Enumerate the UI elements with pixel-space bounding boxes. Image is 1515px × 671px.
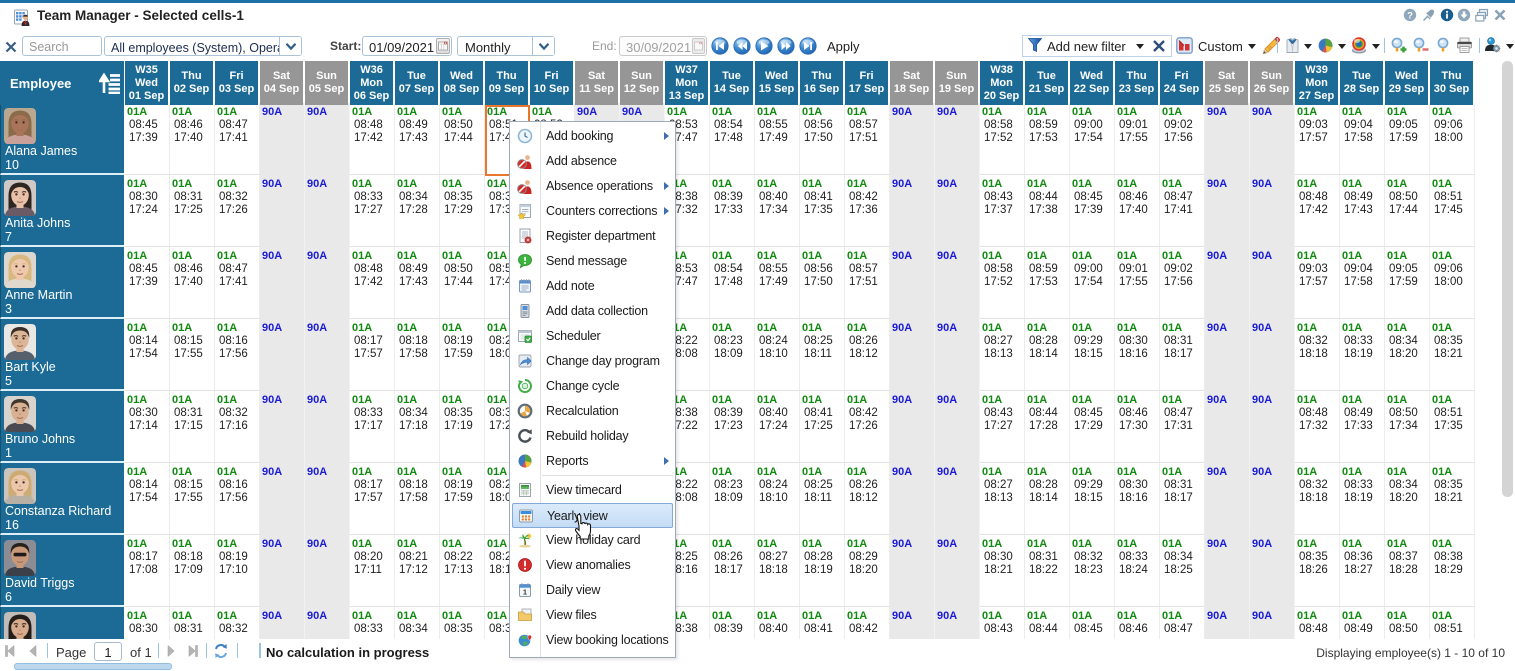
svg-text:?: ?	[1407, 10, 1413, 21]
svg-text:1: 1	[523, 588, 527, 597]
